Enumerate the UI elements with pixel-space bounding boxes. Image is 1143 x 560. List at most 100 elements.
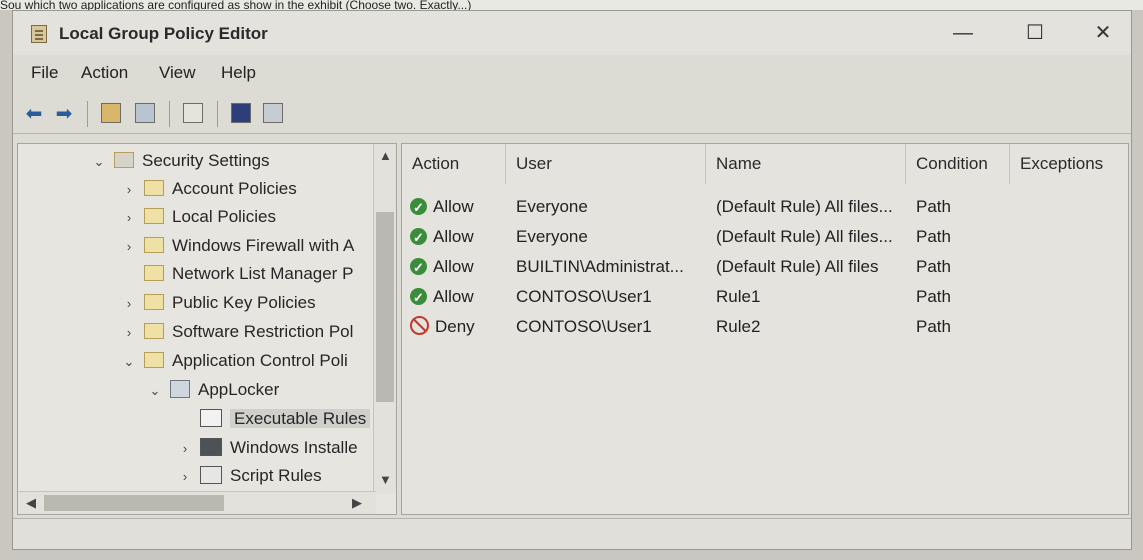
tree-item-label: Security Settings: [142, 151, 270, 170]
tree-item-script-rules[interactable]: › Script Rules: [178, 463, 322, 489]
action-text: Allow: [433, 257, 474, 276]
condition-cell: Path: [916, 197, 951, 216]
gpedit-app-icon: [31, 25, 47, 43]
chevron-right-icon[interactable]: ›: [122, 291, 136, 317]
allow-check-icon: [410, 193, 427, 223]
menu-action[interactable]: Action: [81, 63, 128, 83]
tree-item-label: Script Rules: [230, 466, 322, 485]
tree-item-network-list-manager[interactable]: Network List Manager P: [122, 261, 353, 287]
column-header-action[interactable]: Action: [402, 144, 506, 184]
minimize-button[interactable]: —: [943, 19, 983, 47]
condition-cell: Path: [916, 257, 951, 276]
up-folder-icon[interactable]: [101, 103, 121, 123]
name-cell: (Default Rule) All files: [716, 257, 879, 276]
tree-item-label: Windows Installe: [230, 438, 358, 457]
scroll-up-icon[interactable]: ▲: [379, 148, 392, 163]
condition-cell: Path: [916, 287, 951, 306]
tree-item-label: Network List Manager P: [172, 264, 354, 283]
vertical-scroll-thumb[interactable]: [376, 212, 394, 402]
scroll-left-icon[interactable]: ◀: [26, 495, 36, 511]
deny-icon: [410, 316, 429, 335]
column-header-name[interactable]: Name: [706, 144, 906, 184]
menu-bar: File Action View Help: [13, 63, 1131, 89]
tree-vertical-scrollbar[interactable]: ▲ ▼: [373, 144, 396, 494]
user-cell: Everyone: [516, 197, 588, 216]
tree-item-windows-installer[interactable]: › Windows Installe: [178, 435, 358, 461]
column-header-exceptions[interactable]: Exceptions: [1010, 144, 1120, 184]
tree-item-label: Public Key Policies: [172, 293, 316, 312]
tree-horizontal-scrollbar[interactable]: ◀ ▶: [18, 491, 376, 514]
menu-file[interactable]: File: [31, 63, 58, 83]
allow-check-icon: [410, 223, 427, 253]
action-text: Allow: [433, 287, 474, 306]
chevron-right-icon[interactable]: ›: [178, 436, 192, 462]
close-button[interactable]: ✕: [1083, 19, 1123, 47]
action-cell: Allow: [410, 222, 474, 253]
folder-icon: [144, 265, 164, 281]
script-icon: [200, 466, 222, 484]
tree-item-label: Software Restriction Pol: [172, 322, 354, 341]
status-bar: [13, 518, 1131, 549]
scroll-right-icon[interactable]: ▶: [352, 495, 362, 511]
show-action-pane-icon[interactable]: [263, 103, 283, 123]
export-list-icon[interactable]: [183, 103, 203, 123]
tree-item-public-key-policies[interactable]: › Public Key Policies: [122, 290, 316, 316]
chevron-right-icon[interactable]: ›: [122, 205, 136, 231]
tree-item-application-control[interactable]: ⌄ Application Control Poli: [122, 348, 348, 374]
chevron-right-icon[interactable]: ›: [122, 320, 136, 346]
name-cell: (Default Rule) All files...: [716, 197, 893, 216]
tree-item-account-policies[interactable]: › Account Policies: [122, 176, 297, 202]
folder-icon: [144, 323, 164, 339]
user-cell: Everyone: [516, 227, 588, 246]
toolbar-separator: [169, 101, 170, 127]
column-header-condition[interactable]: Condition: [906, 144, 1010, 184]
tree-item-security-settings[interactable]: ⌄ Security Settings: [92, 148, 270, 174]
action-cell: Deny: [410, 312, 475, 342]
forward-arrow-icon[interactable]: ➡: [53, 103, 75, 125]
name-cell: (Default Rule) All files...: [716, 227, 893, 246]
back-arrow-icon[interactable]: ⬅: [23, 103, 45, 125]
folder-icon: [144, 294, 164, 310]
chevron-down-icon[interactable]: ⌄: [148, 378, 162, 404]
rules-list-pane: Action User Name Condition Exceptions Al…: [401, 143, 1129, 515]
chevron-down-icon[interactable]: ⌄: [92, 149, 106, 175]
tree-pane[interactable]: ⌄ Security Settings › Account Policies › Lo…: [17, 143, 397, 515]
show-hide-tree-icon[interactable]: [135, 103, 155, 123]
chevron-down-icon[interactable]: ⌄: [122, 349, 136, 375]
lock-folder-icon: [144, 208, 164, 224]
tree-item-label: AppLocker: [198, 380, 280, 399]
toolbar-separator: [87, 101, 88, 127]
scroll-down-icon[interactable]: ▼: [379, 472, 392, 487]
rules-icon: [200, 409, 222, 427]
window-title: Local Group Policy Editor: [59, 24, 268, 43]
chevron-right-icon[interactable]: ›: [122, 177, 136, 203]
chevron-right-icon[interactable]: ›: [122, 234, 136, 260]
exhibit-caption: Sou which two applications are configure…: [0, 0, 1143, 10]
tree-item-applocker[interactable]: ⌄ AppLocker: [148, 377, 279, 403]
tree-item-software-restriction[interactable]: › Software Restriction Pol: [122, 319, 354, 346]
action-cell: Allow: [410, 282, 474, 313]
toolbar: ⬅ ➡: [13, 97, 1131, 134]
user-cell: CONTOSO\User1: [516, 317, 652, 336]
action-text: Deny: [435, 317, 475, 336]
tree-item-local-policies[interactable]: › Local Policies: [122, 204, 276, 230]
tree-item-label: Executable Rules: [230, 409, 371, 428]
condition-cell: Path: [916, 227, 951, 246]
tree-item-executable-rules[interactable]: Executable Rules: [178, 406, 371, 432]
maximize-button[interactable]: ☐: [1015, 19, 1055, 47]
title-bar[interactable]: Local Group Policy Editor — ☐ ✕: [13, 11, 1131, 55]
name-cell: Rule2: [716, 317, 761, 336]
user-cell: CONTOSO\User1: [516, 287, 652, 306]
security-settings-icon: [114, 152, 134, 168]
horizontal-scroll-thumb[interactable]: [44, 495, 224, 511]
menu-view[interactable]: View: [159, 63, 196, 83]
allow-check-icon: [410, 253, 427, 283]
action-cell: Allow: [410, 252, 474, 283]
chevron-right-icon[interactable]: ›: [178, 464, 192, 490]
gpedit-window: Local Group Policy Editor — ☐ ✕ File Act…: [12, 10, 1132, 550]
tree-item-windows-firewall[interactable]: › Windows Firewall with A: [122, 233, 355, 260]
column-header-user[interactable]: User: [506, 144, 706, 184]
menu-help[interactable]: Help: [221, 63, 256, 83]
action-text: Allow: [433, 197, 474, 216]
help-icon[interactable]: [231, 103, 251, 123]
